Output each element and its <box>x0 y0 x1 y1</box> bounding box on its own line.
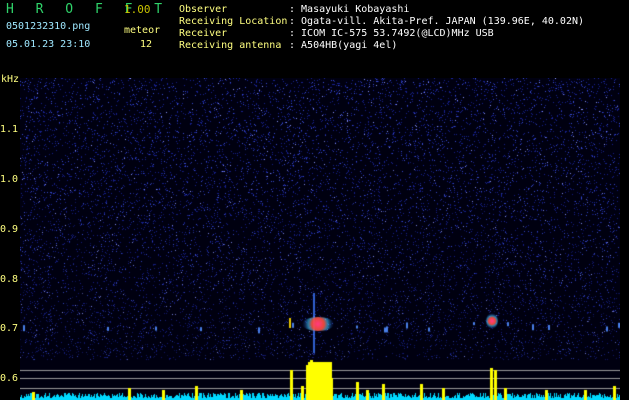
frequency-tick: 0.9 <box>0 224 19 235</box>
antenna-label: Receiving antenna <box>179 40 282 51</box>
app-version: 1.00 <box>124 3 151 16</box>
location-value: : Ogata-vill. Akita-Pref. JAPAN (139.96E… <box>289 16 585 27</box>
image-filename: 0501232310.png <box>6 21 91 32</box>
observer-label: Observer <box>179 4 228 15</box>
observer-value: : Masayuki Kobayashi <box>289 4 410 15</box>
spectrogram-waterfall <box>20 78 620 400</box>
frequency-tick: 1.1 <box>0 124 19 135</box>
frequency-tick: 1.0 <box>0 174 19 185</box>
frequency-tick: 0.8 <box>0 274 19 285</box>
frequency-unit-label: kHz <box>1 74 20 85</box>
location-label: Receiving Location <box>179 16 288 27</box>
receiver-label: Receiver <box>179 28 228 39</box>
frequency-tick: 0.7 <box>0 323 19 334</box>
meteor-count: 12 <box>140 39 153 50</box>
spectrogram-panel <box>20 78 620 400</box>
antenna-value: : A504HB(yagi 4el) <box>289 40 398 51</box>
datetime-label: 05.01.23 23:10 <box>6 39 91 50</box>
frequency-tick: 0.6 <box>0 373 19 384</box>
receiver-value: : ICOM IC-575 53.7492(@LCD)MHz USB <box>289 28 494 39</box>
meteor-label: meteor <box>124 25 161 36</box>
